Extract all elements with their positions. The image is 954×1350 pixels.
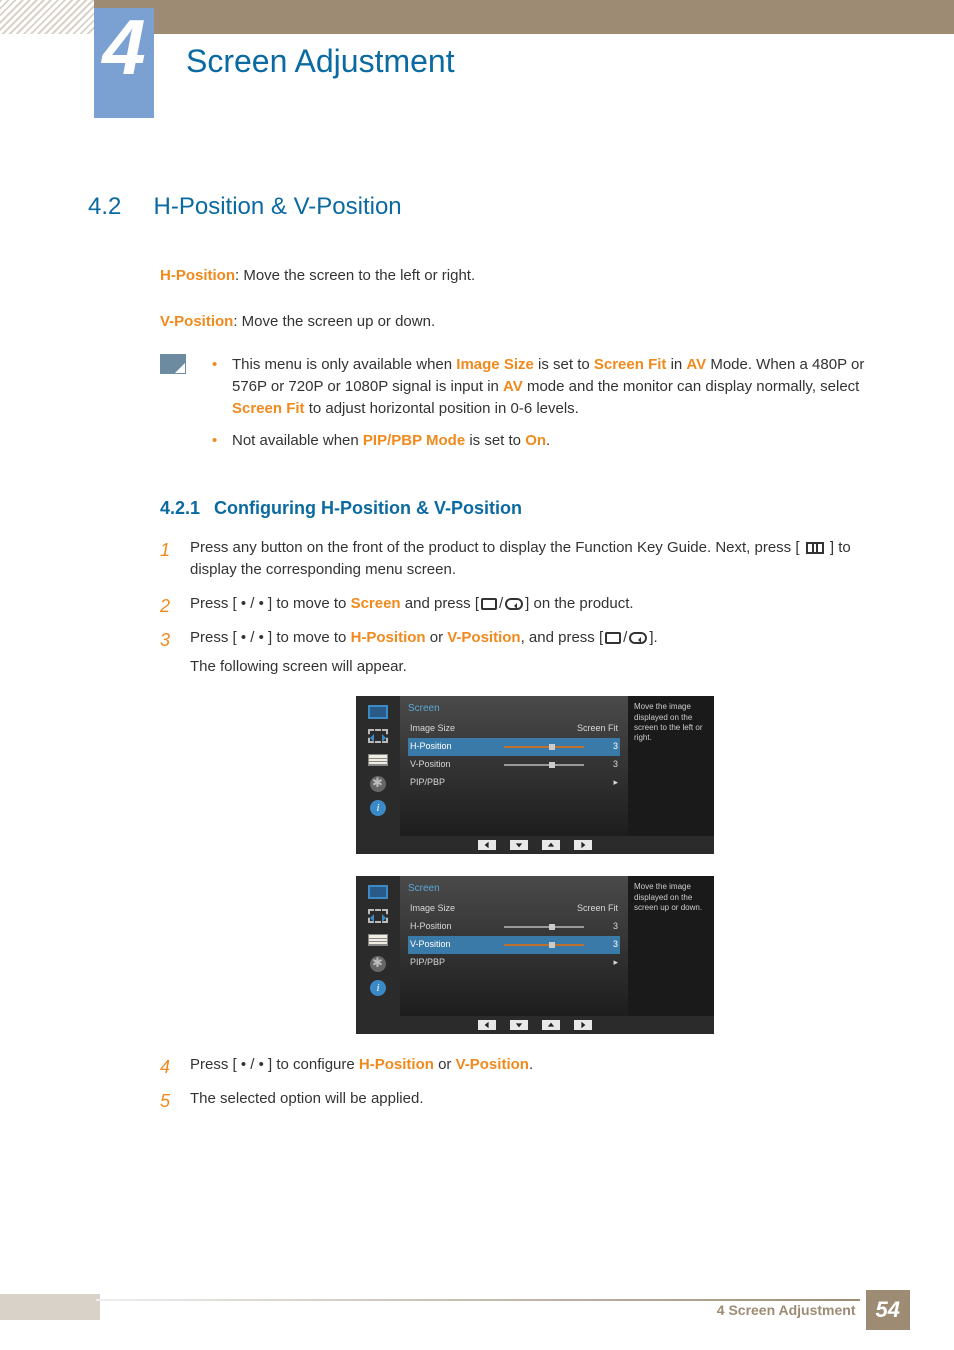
screen-icon bbox=[605, 632, 621, 644]
osd-screenshot-hposition: i Screen Image SizeScreen Fit H-Position… bbox=[356, 696, 714, 854]
subsection-heading: 4.2.1 Configuring H-Position & V-Position bbox=[160, 495, 880, 521]
h-position-term: H-Position bbox=[160, 267, 235, 284]
return-icon bbox=[505, 598, 523, 610]
step-4: 4 Press [ • / • ] to configure H-Positio… bbox=[160, 1054, 880, 1076]
osd-row-pip: PIP/PBP▸ bbox=[408, 774, 620, 792]
list-icon bbox=[368, 934, 388, 946]
osd-sidebar: i bbox=[356, 696, 400, 836]
section-title: H-Position & V-Position bbox=[154, 193, 402, 220]
osd-menu: Screen Image SizeScreen Fit H-Position3 … bbox=[400, 696, 628, 836]
v-position-definition: V-Position: Move the screen up or down. bbox=[160, 311, 880, 333]
note-item-1: This menu is only available when Image S… bbox=[208, 354, 880, 419]
list-icon bbox=[368, 754, 388, 766]
osd-row-hposition: H-Position3 bbox=[408, 918, 620, 936]
nav-up-icon bbox=[542, 840, 560, 850]
return-icon bbox=[629, 632, 647, 644]
osd-sidebar: i bbox=[356, 876, 400, 1016]
osd-description: Move the image displayed on the screen u… bbox=[628, 876, 714, 1016]
chapter-number-box: 4 bbox=[94, 8, 154, 118]
nav-up-icon bbox=[542, 1020, 560, 1030]
nav-down-icon bbox=[510, 1020, 528, 1030]
section-heading: 4.2 H-Position & V-Position bbox=[88, 190, 878, 225]
step-5: 5 The selected option will be applied. bbox=[160, 1088, 880, 1110]
slider bbox=[504, 944, 584, 946]
screen-adjust-icon bbox=[368, 909, 388, 923]
osd-row-hposition: H-Position3 bbox=[408, 738, 620, 756]
osd-nav-bar bbox=[356, 1016, 714, 1034]
section-number: 4.2 bbox=[88, 193, 121, 220]
slider bbox=[504, 764, 584, 766]
step-1: 1 Press any button on the front of the p… bbox=[160, 537, 880, 581]
note-icon bbox=[160, 354, 186, 374]
info-icon: i bbox=[370, 980, 386, 996]
slider bbox=[504, 926, 584, 928]
menu-icon bbox=[806, 542, 824, 554]
osd-nav-bar bbox=[356, 836, 714, 854]
gear-icon bbox=[370, 776, 386, 792]
osd-screenshot-vposition: i Screen Image SizeScreen Fit H-Position… bbox=[356, 876, 714, 1034]
info-icon: i bbox=[370, 800, 386, 816]
monitor-icon bbox=[368, 705, 388, 719]
nav-left-icon bbox=[478, 1020, 496, 1030]
screen-adjust-icon bbox=[368, 729, 388, 743]
osd-description: Move the image displayed on the screen t… bbox=[628, 696, 714, 836]
nav-left-icon bbox=[478, 840, 496, 850]
subsection-number: 4.2.1 bbox=[160, 498, 200, 518]
corner-hatch bbox=[0, 0, 94, 34]
note-block: This menu is only available when Image S… bbox=[160, 354, 880, 461]
subsection-title: Configuring H-Position & V-Position bbox=[214, 498, 522, 518]
osd-row-vposition: V-Position3 bbox=[408, 936, 620, 954]
osd-row-imagesize: Image SizeScreen Fit bbox=[408, 720, 620, 738]
screen-icon bbox=[481, 598, 497, 610]
monitor-icon bbox=[368, 885, 388, 899]
osd-row-pip: PIP/PBP▸ bbox=[408, 954, 620, 972]
osd-row-vposition: V-Position3 bbox=[408, 756, 620, 774]
nav-right-icon bbox=[574, 840, 592, 850]
nav-down-icon bbox=[510, 840, 528, 850]
v-position-term: V-Position bbox=[160, 313, 233, 330]
step-3: 3 Press [ • / • ] to move to H-Position … bbox=[160, 627, 880, 1035]
step-2: 2 Press [ • / • ] to move to Screen and … bbox=[160, 593, 880, 615]
osd-menu: Screen Image SizeScreen Fit H-Position3 … bbox=[400, 876, 628, 1016]
osd-row-imagesize: Image SizeScreen Fit bbox=[408, 900, 620, 918]
osd-header: Screen bbox=[408, 880, 620, 900]
gear-icon bbox=[370, 956, 386, 972]
h-position-definition: H-Position: Move the screen to the left … bbox=[160, 265, 880, 287]
footer-chapter-label: 4 Screen Adjustment bbox=[717, 1300, 856, 1320]
slider bbox=[504, 746, 584, 748]
osd-header: Screen bbox=[408, 700, 620, 720]
page-number: 54 bbox=[866, 1290, 910, 1330]
nav-right-icon bbox=[574, 1020, 592, 1030]
note-item-2: Not available when PIP/PBP Mode is set t… bbox=[208, 430, 880, 452]
chapter-title: Screen Adjustment bbox=[186, 38, 455, 84]
